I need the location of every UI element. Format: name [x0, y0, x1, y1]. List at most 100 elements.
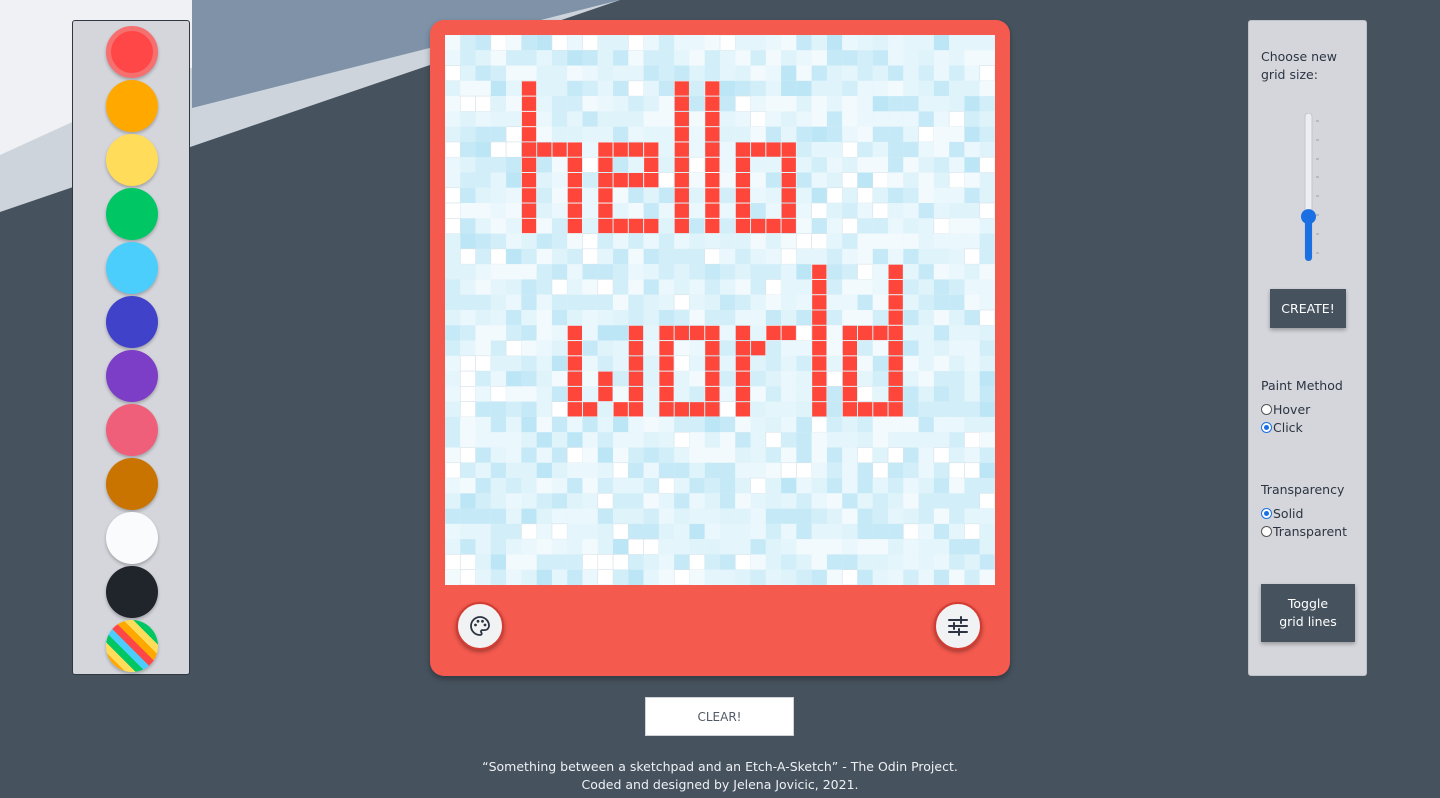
grid-cell[interactable] [979, 325, 995, 341]
grid-cell[interactable] [826, 370, 843, 387]
grid-cell[interactable] [781, 35, 797, 51]
grid-cell[interactable] [933, 248, 950, 265]
grid-cell[interactable] [674, 264, 690, 280]
grid-cell[interactable] [903, 569, 919, 585]
grid-cell[interactable] [658, 539, 675, 555]
grid-cell[interactable] [979, 401, 995, 417]
grid-cell[interactable] [521, 569, 537, 585]
grid-cell[interactable] [781, 478, 797, 494]
grid-cell[interactable] [765, 401, 782, 417]
grid-cell[interactable] [781, 493, 797, 509]
grid-cell[interactable] [735, 35, 751, 51]
grid-cell[interactable] [460, 325, 476, 341]
grid-cell[interactable] [628, 310, 644, 326]
painted-cell-e[interactable] [628, 218, 644, 234]
grid-cell[interactable] [689, 554, 706, 571]
grid-cell[interactable] [796, 203, 812, 219]
grid-cell[interactable] [857, 218, 873, 234]
grid-cell[interactable] [964, 248, 981, 265]
grid-cell[interactable] [628, 126, 644, 142]
grid-cell[interactable] [628, 279, 644, 295]
grid-cell[interactable] [460, 80, 476, 97]
grid-cell[interactable] [841, 172, 858, 189]
grid-cell[interactable] [842, 35, 858, 51]
grid-cell[interactable] [979, 294, 995, 310]
grid-cell[interactable] [933, 523, 950, 540]
grid-cell[interactable] [445, 126, 461, 142]
grid-cell[interactable] [582, 416, 598, 433]
grid-cell[interactable] [918, 126, 935, 143]
grid-cell[interactable] [811, 35, 827, 51]
grid-cell[interactable] [811, 416, 828, 433]
grid-cell[interactable] [888, 35, 904, 51]
grid-cell[interactable] [475, 355, 492, 372]
grid-cell[interactable] [536, 126, 552, 142]
grid-cell[interactable] [796, 141, 812, 158]
grid-cell[interactable] [979, 508, 995, 524]
painted-cell-o[interactable] [659, 341, 674, 356]
grid-cell[interactable] [979, 35, 995, 51]
grid-cell[interactable] [918, 279, 934, 295]
grid-cell[interactable] [720, 248, 736, 265]
grid-cell[interactable] [674, 416, 690, 433]
grid-cell[interactable] [506, 569, 522, 585]
grid-cell[interactable] [490, 141, 507, 158]
grid-cell[interactable] [933, 157, 950, 173]
grid-cell[interactable] [735, 248, 751, 265]
grid-cell[interactable] [613, 386, 629, 402]
grid-cell[interactable] [490, 172, 507, 188]
grid-cell[interactable] [658, 96, 675, 112]
grid-cell[interactable] [628, 35, 644, 51]
grid-cell[interactable] [643, 65, 659, 81]
grid-cell[interactable] [460, 157, 476, 173]
grid-cell[interactable] [597, 294, 614, 310]
grid-cell[interactable] [582, 172, 598, 188]
grid-cell[interactable] [765, 554, 782, 570]
grid-cell[interactable] [842, 96, 858, 112]
grid-cell[interactable] [445, 310, 461, 326]
painted-cell-o[interactable] [735, 142, 751, 157]
grid-cell[interactable] [475, 569, 491, 585]
grid-cell[interactable] [597, 340, 614, 356]
grid-cell[interactable] [551, 340, 568, 356]
grid-cell[interactable] [964, 50, 980, 66]
grid-cell[interactable] [582, 218, 598, 234]
grid-cell[interactable] [643, 111, 659, 127]
grid-cell[interactable] [872, 523, 889, 540]
grid-cell[interactable] [842, 478, 858, 494]
grid-cell[interactable] [536, 187, 552, 204]
grid-cell[interactable] [658, 172, 675, 189]
painted-cell-r[interactable] [735, 371, 751, 386]
grid-cell[interactable] [750, 294, 766, 310]
grid-cell[interactable] [735, 294, 751, 310]
grid-cell[interactable] [506, 218, 522, 234]
grid-cell[interactable] [689, 539, 705, 555]
grid-cell[interactable] [536, 325, 552, 341]
painted-cell-r[interactable] [781, 325, 796, 341]
grid-cell[interactable] [918, 554, 934, 570]
grid-cell[interactable] [658, 569, 675, 585]
grid-cell[interactable] [506, 462, 522, 479]
grid-cell[interactable] [689, 80, 705, 97]
grid-cell[interactable] [826, 462, 843, 479]
create-button[interactable]: CREATE! [1270, 289, 1346, 328]
grid-cell[interactable] [933, 371, 950, 387]
grid-cell[interactable] [506, 371, 522, 387]
grid-cell[interactable] [933, 126, 950, 142]
grid-cell[interactable] [490, 523, 507, 540]
grid-cell[interactable] [842, 126, 858, 142]
grid-cell[interactable] [521, 340, 537, 356]
grid-cell[interactable] [720, 96, 736, 112]
grid-cell[interactable] [888, 218, 904, 234]
painted-cell-o[interactable] [735, 218, 751, 234]
grid-cell[interactable] [720, 203, 736, 219]
grid-cell[interactable] [582, 50, 598, 66]
grid-cell[interactable] [643, 493, 659, 509]
grid-cell[interactable] [720, 126, 736, 142]
grid-cell[interactable] [872, 187, 889, 204]
painted-cell-r[interactable] [735, 356, 751, 371]
grid-cell[interactable] [582, 569, 598, 585]
grid-cell[interactable] [643, 447, 659, 463]
grid-cell[interactable] [567, 462, 583, 479]
painted-cell-h[interactable] [567, 142, 582, 157]
